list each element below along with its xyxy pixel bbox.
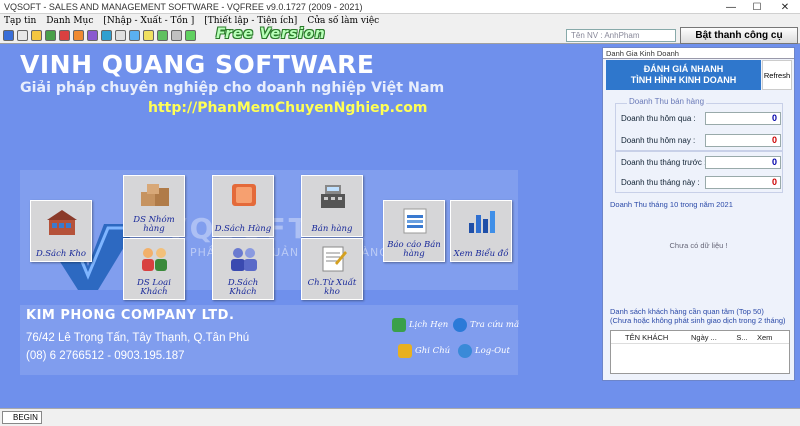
business-panel: Danh Gia Kinh Doanh ĐÁNH GIÁ NHANH TÌNH … [602,47,795,381]
tile-label: DS Loại Khách [137,278,171,297]
lich-hen-button[interactable]: Lịch Hẹn [392,318,448,332]
customers-subtitle: (Chưa hoặc không phát sinh giao dịch tro… [610,316,786,325]
brand-title: VINH QUANG SOFTWARE [20,50,375,79]
refresh-button[interactable]: Refresh [762,60,792,90]
tile-label: D.Sách Hàng [214,224,272,234]
cash-register-icon [321,185,345,208]
exit-icon[interactable] [171,30,182,41]
tile-ds-kho[interactable]: D.Sách Kho [30,200,92,262]
menu-bar: Tạp tin Danh Mục [Nhập - Xuất - Tồn ] [T… [0,14,800,28]
revenue-last-month-value: 0 [705,156,781,169]
revenue-group-caption: Doanh Thu bán hàng [627,97,707,106]
chart-icon[interactable] [101,30,112,41]
people-icon [142,248,167,271]
col-s[interactable]: S... [727,331,757,343]
table-header: TÊN KHÁCH Ngày ... S... Xem [611,331,789,344]
tile-ds-loai-khach[interactable]: DS Loại Khách [123,238,185,300]
calc-icon[interactable] [115,30,126,41]
window-icon[interactable] [129,30,140,41]
tile-ds-hang[interactable]: D.Sách Hàng [212,175,274,237]
panel-headline: ĐÁNH GIÁ NHANH TÌNH HÌNH KINH DOANH [606,60,761,90]
tile-label: Ch.Từ Xuất kho [307,278,357,297]
print-icon[interactable] [17,30,28,41]
cart-icon[interactable] [73,30,84,41]
report-icon [403,208,427,234]
brand-subtitle: Giải pháp chuyên nghiệp cho doanh nghiệp… [20,80,445,96]
users-icon[interactable] [45,30,56,41]
logout-icon [458,344,472,358]
row-label: Doanh thu tháng trước : [621,158,707,167]
tile-ch-tu-xuat-kho[interactable]: Ch.Từ Xuất kho [301,238,363,300]
menu-tap-tin[interactable]: Tạp tin [4,16,36,26]
revenue-yesterday-value: 0 [705,112,781,125]
tile-label: Bán hàng [311,224,353,234]
tile-ds-khach[interactable]: D.Sách Khách [212,238,274,300]
revenue-today-value: 0 [705,134,781,147]
begin-dropdown[interactable]: BEGIN [2,411,42,424]
free-version-label: Free Version [216,26,326,42]
col-ngay[interactable]: Ngày ... [691,331,727,343]
tile-label: DS Nhóm hàng [133,215,175,234]
magnifier-icon [453,318,467,332]
brand-url-link[interactable]: http://PhanMemChuyenNghiep.com [148,100,428,116]
boxes-icon [141,184,169,206]
product-icon [232,184,256,206]
tile-ds-nhom-hang[interactable]: DS Nhóm hàng [123,175,185,237]
calendar-icon [392,318,406,332]
menu-cua-so[interactable]: Cửa số làm việc [307,16,379,26]
check-icon[interactable] [185,30,196,41]
tile-xem-bieu-do[interactable]: Xem Biểu đồ [450,200,512,262]
window-titlebar: VQSOFT - SALES AND MANAGEMENT SOFTWARE -… [0,0,800,14]
tile-label: Xem Biểu đồ [453,249,509,259]
status-bar: BEGIN [0,408,800,426]
close-icon[interactable]: ✕ [770,0,800,14]
revenue-this-month-value: 0 [705,176,781,189]
chart-title: Doanh Thu tháng 10 trong năm 2021 [610,200,733,209]
tile-bao-cao-ban-hang[interactable]: Báo cáo Bán hàng [383,200,445,262]
document-icon [322,246,347,272]
ghi-chu-button[interactable]: Ghi Chú [398,344,450,358]
save-icon[interactable] [3,30,14,41]
row-label: Doanh thu hôm qua : [621,114,696,123]
pencil-icon [398,344,412,358]
panel-header: Danh Gia Kinh Doanh [603,48,794,59]
customers-table: TÊN KHÁCH Ngày ... S... Xem [610,330,790,374]
company-info: KIM PHONG COMPANY LTD. 76/42 Lê Trọng Tấ… [20,305,518,375]
log-out-button[interactable]: Log-Out [458,344,510,358]
col-ten-khach[interactable]: TÊN KHÁCH [611,331,691,343]
bar-chart-icon [469,211,495,233]
tile-label: D.Sách Khách [227,278,259,297]
row-label: Doanh thu hôm nay : [621,136,696,145]
col-xem[interactable]: Xem [757,331,785,343]
no-data-message: Chưa có dữ liệu ! [669,241,728,250]
customers-title: Danh sách khách hàng cần quan tâm (Top 5… [610,307,764,316]
maximize-icon[interactable]: ☐ [744,0,770,14]
minimize-icon[interactable]: — [718,0,744,14]
tile-ban-hang[interactable]: Bán hàng [301,175,363,237]
window-title: VQSOFT - SALES AND MANAGEMENT SOFTWARE -… [4,1,363,12]
note-icon[interactable] [143,30,154,41]
staff-name-field[interactable]: Tên NV : AnhPham [566,29,676,42]
settings-icon[interactable] [31,30,42,41]
row-label: Doanh thu tháng này : [621,178,700,187]
warehouse-icon[interactable] [59,30,70,41]
tile-label: Báo cáo Bán hàng [387,240,441,259]
warehouse-icon [47,210,77,235]
company-address: 76/42 Lê Trọng Tấn, Tây Thạnh, Q.Tân Phú [26,332,250,344]
company-phone: (08) 6 2766512 - 0903.195.187 [26,350,185,362]
customer-icon [231,248,257,271]
revenue-chart-area [610,220,790,312]
help-icon[interactable] [157,30,168,41]
menu-danh-muc[interactable]: Danh Mục [46,16,93,26]
tile-label: D.Sách Kho [36,249,86,259]
tra-cuu-ma-button[interactable]: Tra cứu mã [453,318,519,332]
menu-thiet-lap[interactable]: [Thiết lập - Tiện ích] [204,16,297,26]
menu-nhap-xuat-ton[interactable]: [Nhập - Xuất - Tồn ] [103,16,194,26]
report-icon[interactable] [87,30,98,41]
toggle-toolbar-button[interactable]: Bật thanh công cụ [680,27,798,44]
company-name: KIM PHONG COMPANY LTD. [26,308,235,323]
